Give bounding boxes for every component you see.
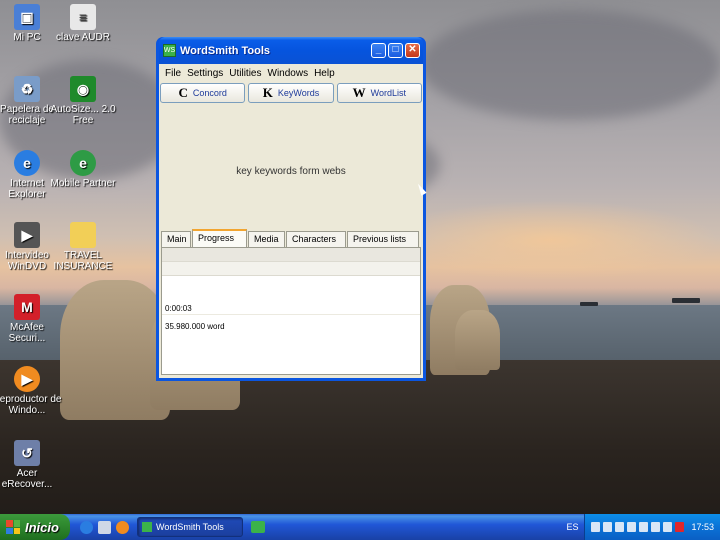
- desktop-icon-travel-insurance[interactable]: TRAVEL INSURANCE: [48, 222, 118, 272]
- cloud: [420, 10, 720, 120]
- autosize-taskbar-icon[interactable]: [251, 521, 265, 533]
- tab-characters[interactable]: Characters: [286, 231, 346, 247]
- elapsed-time: 0:00:03: [165, 304, 192, 313]
- progress-panel: 0:00:03 35.980.000 word: [161, 247, 421, 375]
- mcafee-tray-icon[interactable]: [675, 522, 685, 532]
- menu-bar: File Settings Utilities Windows Help: [159, 64, 423, 82]
- progress-row: [162, 262, 420, 276]
- media-player-quicklaunch-icon[interactable]: [116, 520, 129, 534]
- mcafee-icon: M: [14, 294, 40, 320]
- recycle-bin-icon: ♻: [14, 76, 40, 102]
- desktop-icon-label: McAfee Securi...: [8, 322, 46, 344]
- ship: [580, 302, 598, 306]
- concord-label: Concord: [192, 88, 227, 98]
- wordsmith-window[interactable]: WS WordSmith Tools _ □ ✕ File Settings U…: [156, 37, 426, 381]
- start-label: Inicio: [25, 519, 59, 535]
- document-icon: ≡: [70, 4, 96, 30]
- mobile-partner-icon: e: [70, 150, 96, 176]
- keywords-letter-icon: K: [262, 85, 273, 100]
- folder-icon: [70, 222, 96, 248]
- status-message: key keywords form webs: [236, 166, 346, 177]
- language-indicator[interactable]: ES: [566, 522, 578, 532]
- window-title: WordSmith Tools: [180, 44, 271, 57]
- media-player-icon: ▶: [14, 366, 40, 392]
- tray-arrow-icon[interactable]: [591, 522, 601, 532]
- minimize-button[interactable]: _: [371, 43, 386, 58]
- desktop-icon-autosize[interactable]: ◉ AutoSize... 2.0 Free: [48, 76, 118, 126]
- menu-windows[interactable]: Windows: [265, 68, 312, 79]
- wordsmith-app-icon: WS: [163, 44, 176, 57]
- show-desktop-icon[interactable]: [98, 520, 111, 534]
- tab-strip: Main Progress Media Characters Previous …: [161, 229, 421, 247]
- volume-icon[interactable]: [615, 522, 625, 532]
- system-tray: 17:53: [584, 514, 720, 540]
- desktop-icon-label: Mobile Partner: [50, 178, 116, 189]
- erecovery-icon: ↺: [14, 440, 40, 466]
- taskbar: Inicio WordSmith Tools ES 17:53: [0, 514, 720, 540]
- tool-launcher-bar: C Concord K KeyWords W WordList: [159, 82, 423, 103]
- tab-main[interactable]: Main: [161, 231, 191, 247]
- concord-letter-icon: C: [178, 85, 188, 100]
- start-button[interactable]: Inicio: [0, 514, 70, 540]
- word-count: 35.980.000 word: [165, 322, 225, 331]
- internet-explorer-icon: e: [14, 150, 40, 176]
- network-icon[interactable]: [603, 522, 613, 532]
- wordlist-button[interactable]: W WordList: [336, 83, 422, 103]
- taskbar-button-wordsmith[interactable]: WordSmith Tools: [137, 517, 243, 537]
- wordsmith-taskbar-icon: [142, 522, 152, 532]
- close-button[interactable]: ✕: [405, 43, 420, 58]
- display-icon[interactable]: [663, 522, 673, 532]
- battery-icon[interactable]: [639, 522, 649, 532]
- ship: [672, 298, 700, 303]
- desktop-icon-mcafee[interactable]: M McAfee Securi...: [0, 294, 62, 344]
- keywords-label: KeyWords: [277, 88, 320, 98]
- windows-logo-icon: [6, 520, 20, 534]
- window-client-area: File Settings Utilities Windows Help C C…: [159, 64, 423, 378]
- title-bar[interactable]: WS WordSmith Tools _ □ ✕: [159, 37, 423, 64]
- progress-row: [162, 248, 420, 262]
- tab-media[interactable]: Media: [248, 231, 285, 247]
- desktop-icon-label: AutoSize... 2.0 Free: [50, 104, 116, 126]
- maximize-button[interactable]: □: [388, 43, 403, 58]
- desktop-icon-label: TRAVEL INSURANCE: [53, 250, 113, 272]
- desktop-icon-mobile-partner[interactable]: e Mobile Partner: [48, 150, 118, 189]
- windvd-icon: ▶: [14, 222, 40, 248]
- taskbar-button-label: WordSmith Tools: [156, 522, 224, 532]
- desktop-icon-erecovery[interactable]: ↺ Acer eRecover...: [0, 440, 62, 490]
- menu-settings[interactable]: Settings: [184, 68, 226, 79]
- tab-previous-lists[interactable]: Previous lists: [347, 231, 419, 247]
- sunset-glow: [380, 200, 720, 280]
- keywords-button[interactable]: K KeyWords: [248, 83, 334, 103]
- wordlist-label: WordList: [370, 88, 406, 98]
- bluetooth-icon[interactable]: [651, 522, 661, 532]
- menu-file[interactable]: File: [162, 68, 184, 79]
- concord-button[interactable]: C Concord: [160, 83, 246, 103]
- desktop-icon-media-player[interactable]: ▶ Reproductor de Windo...: [0, 366, 62, 416]
- clock[interactable]: 17:53: [691, 522, 714, 532]
- wordlist-letter-icon: W: [352, 85, 366, 100]
- desktop-icon-label: clave AUDR: [56, 32, 110, 43]
- internet-explorer-quicklaunch-icon[interactable]: [80, 520, 93, 534]
- computer-icon: ▣: [14, 4, 40, 30]
- tab-progress[interactable]: Progress: [192, 229, 247, 247]
- menu-help[interactable]: Help: [311, 68, 338, 79]
- autosize-icon: ◉: [70, 76, 96, 102]
- quick-launch: [80, 520, 129, 534]
- desktop-icon-label: Acer eRecover...: [1, 468, 53, 490]
- divider: [162, 314, 420, 315]
- sand-sculpture: [455, 310, 500, 370]
- security-icon[interactable]: [627, 522, 637, 532]
- desktop-icon-label: Reproductor de Windo...: [0, 394, 62, 416]
- menu-utilities[interactable]: Utilities: [226, 68, 264, 79]
- desktop-icon-clave-audr[interactable]: ≡ clave AUDR: [48, 4, 118, 43]
